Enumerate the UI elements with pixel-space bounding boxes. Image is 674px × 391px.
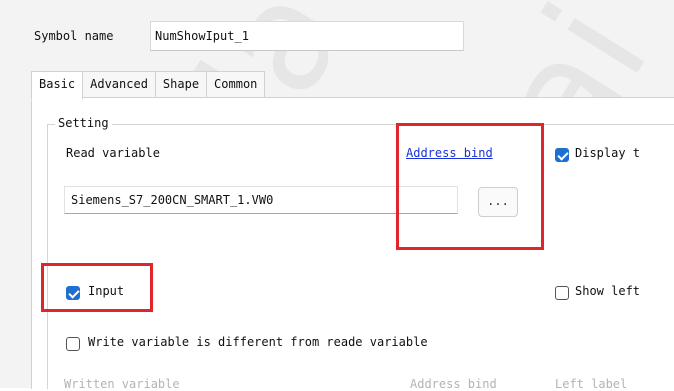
tab-bar: Basic Advanced Shape Common (31, 71, 266, 100)
symbol-name-input[interactable]: NumShowIput_1 (150, 21, 464, 51)
tab-basic[interactable]: Basic (31, 71, 84, 100)
display-checkbox[interactable] (555, 148, 569, 162)
properties-panel: Ha Hai Symbol name NumShowIput_1 Basic A… (0, 0, 674, 391)
highlight-box-input (41, 263, 153, 312)
write-different-label: Write variable is different from reade v… (88, 335, 428, 349)
setting-group (47, 124, 674, 389)
tab-shape[interactable]: Shape (155, 71, 208, 98)
symbol-name-label: Symbol name (34, 29, 114, 43)
highlight-box-address (396, 123, 544, 250)
tab-common[interactable]: Common (207, 71, 266, 98)
display-checkbox-label: Display t (575, 146, 641, 160)
tab-advanced[interactable]: Advanced (83, 71, 156, 98)
show-left-label: Show left (575, 284, 641, 298)
written-variable-label: Written variable (64, 377, 180, 391)
write-different-checkbox[interactable] (66, 337, 80, 351)
written-address-bind-link[interactable]: Address bind (410, 377, 497, 391)
left-label-label: Left label (555, 377, 628, 391)
read-variable-label: Read variable (66, 146, 160, 160)
show-left-checkbox[interactable] (555, 286, 569, 300)
setting-group-title: Setting (55, 116, 112, 130)
